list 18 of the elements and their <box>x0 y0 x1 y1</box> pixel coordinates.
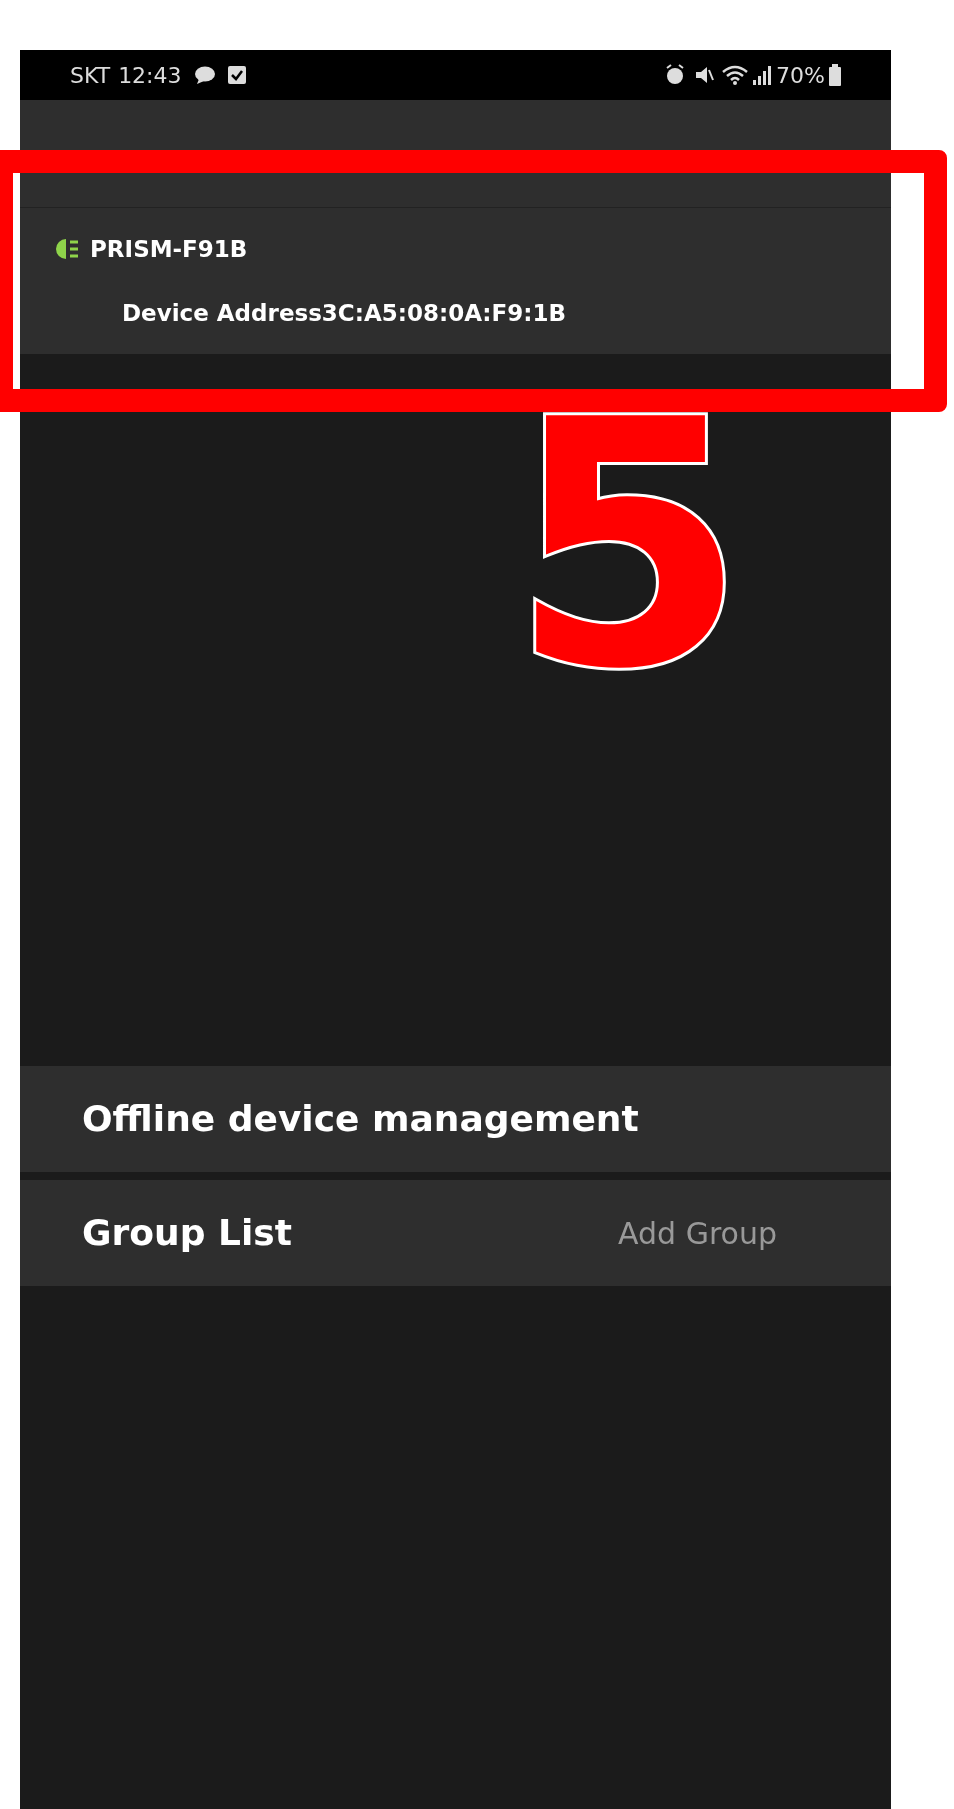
wifi-icon <box>722 64 749 86</box>
menu-row[interactable]: Offline device management <box>20 1066 891 1172</box>
annotation-number: 5 <box>510 375 747 715</box>
battery-text: 70% <box>776 61 825 90</box>
menu-label: Group List <box>82 1211 292 1255</box>
carrier-text: SKT <box>70 61 111 90</box>
device-row[interactable]: PRISM-F91B Device Address3C:A5:08:0A:F9:1B <box>20 208 891 354</box>
signal-icon <box>752 64 773 86</box>
device-address: Device Address3C:A5:08:0A:F9:1B <box>121 299 568 328</box>
checkbox-icon <box>227 66 246 84</box>
menu-label: Offline device management <box>82 1097 639 1141</box>
battery-icon <box>829 64 841 86</box>
menu-row[interactable]: Group List Add Group <box>20 1180 891 1286</box>
clock-text: 12:43 <box>118 61 182 90</box>
add-group-button[interactable]: Add Group <box>618 1210 777 1256</box>
device-name: PRISM-F91B <box>90 234 248 264</box>
mute-icon <box>694 64 715 86</box>
chat-icon <box>193 65 216 85</box>
